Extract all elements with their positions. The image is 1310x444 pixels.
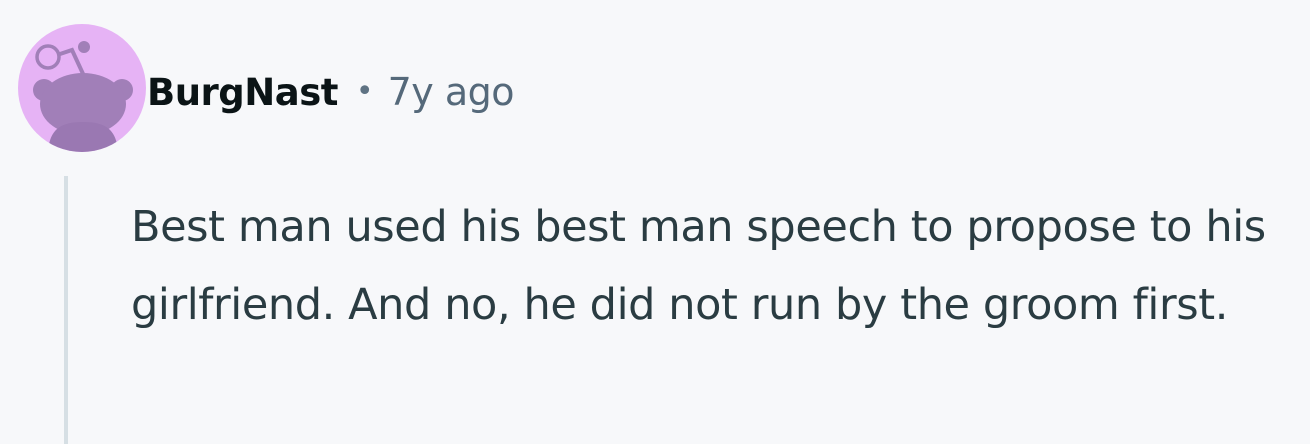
author-username[interactable]: BurgNast xyxy=(147,71,338,114)
comment-body: Best man used his best man speech to pro… xyxy=(131,188,1301,344)
comment-header: BurgNast • 7y ago xyxy=(147,64,515,120)
user-avatar[interactable] xyxy=(18,24,146,152)
meta-separator: • xyxy=(355,73,374,109)
comment-timestamp[interactable]: 7y ago xyxy=(388,70,515,114)
thread-line[interactable] xyxy=(64,176,68,444)
snoo-avatar-icon xyxy=(33,41,133,152)
comment: BurgNast • 7y ago Best man used his best… xyxy=(0,0,1310,444)
comment-text: Best man used his best man speech to pro… xyxy=(131,202,1266,330)
